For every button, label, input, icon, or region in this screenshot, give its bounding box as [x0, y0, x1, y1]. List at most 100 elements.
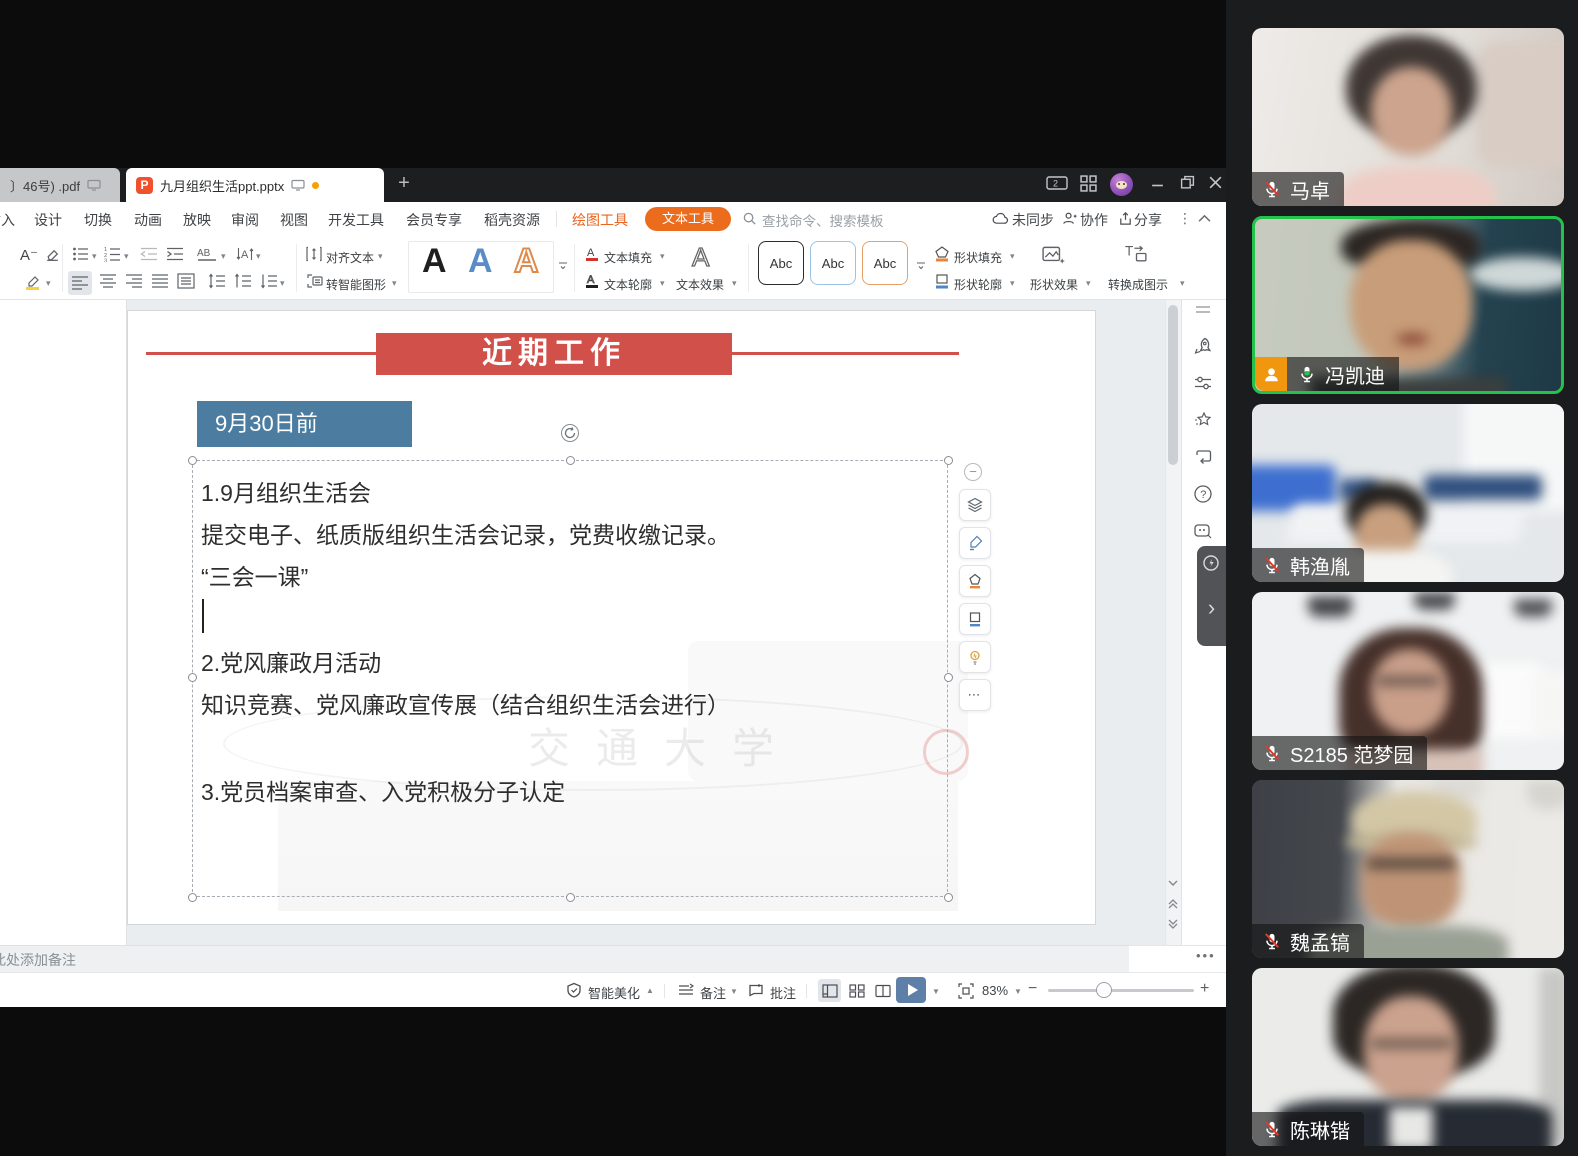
align-left-button-active[interactable]: [68, 271, 92, 295]
document-tab-pptx[interactable]: P 九月组织生活ppt.pptx: [126, 168, 384, 202]
align-justify-icon[interactable]: [151, 273, 169, 289]
align-center-icon[interactable]: [99, 273, 117, 289]
shape-effects-icon[interactable]: [1042, 244, 1066, 266]
slideshow-play-button[interactable]: [896, 977, 926, 1003]
collaborate-label[interactable]: 协作: [1080, 210, 1108, 230]
command-search-input[interactable]: 查找命令、搜索模板: [762, 210, 884, 230]
menu-text-tools-active[interactable]: 文本工具: [645, 207, 731, 231]
body-line[interactable]: 1.9月组织生活会: [201, 474, 371, 508]
scrollbar-thumb[interactable]: [1168, 305, 1178, 465]
format-brush-button[interactable]: [959, 527, 991, 559]
shape-effects-label[interactable]: 形状效果: [1030, 276, 1078, 293]
more-menu-icon[interactable]: ⋮: [1178, 210, 1192, 227]
paragraph-space-above-icon[interactable]: [234, 273, 252, 289]
smart-recommend-button[interactable]: [959, 641, 991, 673]
replay-loop-icon[interactable]: [1193, 447, 1213, 467]
menu-animation[interactable]: 动画: [134, 210, 162, 230]
menu-slideshow[interactable]: 放映: [183, 210, 211, 230]
text-direction-icon[interactable]: A: [236, 246, 254, 262]
collapse-tools-button[interactable]: −: [964, 463, 982, 481]
text-fill-label[interactable]: 文本填充: [604, 249, 652, 266]
shape-outline-icon[interactable]: [934, 273, 950, 289]
increase-indent-icon[interactable]: [166, 246, 184, 262]
resize-handle[interactable]: [944, 893, 953, 902]
zoom-out-button[interactable]: −: [1028, 980, 1037, 998]
resize-handle[interactable]: [188, 673, 197, 682]
normal-view-button[interactable]: [818, 979, 841, 1002]
slide-sorter-view-button[interactable]: [845, 979, 868, 1002]
shape-fill-button[interactable]: [959, 565, 991, 597]
layer-order-button[interactable]: [959, 489, 991, 521]
convert-diagram-icon[interactable]: T: [1124, 243, 1149, 264]
resize-handle[interactable]: [566, 893, 575, 902]
menu-transition[interactable]: 切换: [84, 210, 112, 230]
effects-star-icon[interactable]: [1193, 410, 1213, 430]
date-tag[interactable]: 9月30日前: [197, 401, 412, 447]
menu-design[interactable]: 设计: [34, 210, 62, 230]
smart-graphic-icon[interactable]: [306, 273, 324, 289]
gallery-more-icon[interactable]: [558, 260, 568, 270]
body-line[interactable]: 提交电子、纸质版组织生活会记录，党费收缴记录。: [201, 516, 730, 550]
decrease-indent-icon[interactable]: [140, 246, 158, 262]
previous-slide-button[interactable]: [1167, 898, 1179, 910]
text-effects-icon[interactable]: A: [692, 242, 709, 273]
next-slide-button[interactable]: [1167, 918, 1179, 930]
participant-tile[interactable]: 马卓: [1252, 28, 1564, 206]
line-spacing-icon[interactable]: [208, 273, 226, 289]
assistant-panel-toggle[interactable]: ›: [1197, 546, 1226, 646]
participant-tile[interactable]: 魏孟镐: [1252, 780, 1564, 958]
character-spacing-icon[interactable]: AB: [196, 246, 218, 262]
zoom-level-value[interactable]: 83%: [982, 983, 1008, 998]
notes-button[interactable]: 备注: [700, 983, 726, 1002]
adjust-settings-icon[interactable]: [1193, 373, 1213, 393]
presentation-display-icon[interactable]: 2: [1046, 175, 1068, 191]
shape-style-orange[interactable]: Abc: [862, 241, 908, 285]
font-preset-blue[interactable]: A: [468, 242, 493, 281]
shape-style-blue[interactable]: Abc: [810, 241, 856, 285]
shape-fill-label[interactable]: 形状填充: [954, 249, 1002, 266]
body-line[interactable]: 知识竞赛、党风廉政宣传展（结合组织生活会进行）: [201, 686, 730, 720]
reading-view-button[interactable]: [871, 979, 894, 1002]
align-text-icon[interactable]: [306, 246, 322, 262]
body-line[interactable]: 2.党风廉政月活动: [201, 644, 381, 678]
highlighter-icon[interactable]: [24, 273, 42, 291]
resize-handle[interactable]: [944, 456, 953, 465]
paragraph-space-below-icon[interactable]: [260, 273, 278, 289]
slide-page[interactable]: 交通大学 近期工作 9月30日前 1.9月组织生活会 提交电子、纸质版组织生活会…: [127, 310, 1096, 925]
numbered-list-icon[interactable]: 123: [104, 246, 122, 262]
account-avatar[interactable]: [1110, 173, 1133, 196]
participant-tile-speaking[interactable]: 冯凯迪: [1252, 216, 1564, 394]
text-effects-label[interactable]: 文本效果: [676, 276, 724, 293]
shape-fill-icon[interactable]: [934, 246, 950, 262]
slide-title-banner[interactable]: 近期工作: [376, 333, 732, 375]
comments-button[interactable]: 批注: [770, 983, 796, 1002]
menu-insert[interactable]: 插入: [0, 210, 15, 230]
rotate-handle[interactable]: [561, 424, 579, 442]
text-outline-label[interactable]: 文本轮廓: [604, 276, 652, 293]
body-line[interactable]: 3.党员档案审查、入党积极分子认定: [201, 773, 565, 807]
zoom-slider-knob[interactable]: [1096, 982, 1112, 998]
shape-gallery-more-icon[interactable]: [916, 260, 926, 270]
document-tab-pdf[interactable]: 〕46号) .pdf: [0, 168, 120, 202]
body-line[interactable]: “三会一课”: [201, 558, 308, 592]
text-outline-icon[interactable]: A: [584, 273, 600, 289]
resize-handle[interactable]: [188, 456, 197, 465]
align-right-icon[interactable]: [125, 273, 143, 289]
menu-drawing-tools[interactable]: 绘图工具: [572, 210, 628, 230]
workspace-grid-icon[interactable]: [1080, 175, 1097, 192]
font-preset-black[interactable]: A: [422, 242, 447, 281]
menu-review[interactable]: 审阅: [231, 210, 259, 230]
notes-bar[interactable]: 此处添加备注: [0, 945, 1129, 972]
smart-beautify-button[interactable]: 智能美化: [588, 983, 640, 1002]
menu-membership[interactable]: 会员专享: [406, 210, 462, 230]
close-button[interactable]: [1208, 175, 1223, 190]
new-tab-button[interactable]: +: [392, 172, 416, 196]
participant-tile[interactable]: S2185 范梦园: [1252, 592, 1564, 770]
zoom-in-button[interactable]: +: [1200, 980, 1209, 998]
collapse-ribbon-icon[interactable]: [1198, 214, 1211, 223]
resize-handle[interactable]: [188, 893, 197, 902]
shape-style-black[interactable]: Abc: [758, 241, 804, 285]
decrease-font-icon[interactable]: A⁻: [20, 246, 38, 264]
restore-button[interactable]: [1180, 175, 1195, 190]
resize-handle[interactable]: [944, 673, 953, 682]
